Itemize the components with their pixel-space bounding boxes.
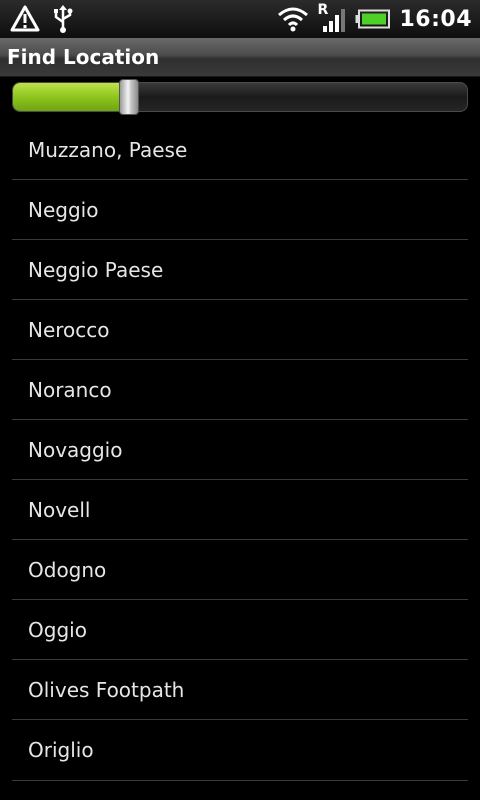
location-list: Muzzano, Paese Neggio Neggio Paese Neroc… bbox=[12, 120, 468, 781]
signal-icon: R bbox=[317, 2, 347, 34]
list-item[interactable]: Novaggio bbox=[12, 420, 468, 480]
list-item[interactable]: Noranco bbox=[12, 360, 468, 420]
list-item[interactable]: Origlio bbox=[12, 720, 468, 781]
list-item[interactable]: Muzzano, Paese bbox=[12, 120, 468, 180]
usb-icon bbox=[52, 4, 74, 34]
search-progress bbox=[12, 79, 468, 115]
status-bar: R 16:04 bbox=[0, 0, 480, 38]
progress-fill bbox=[13, 83, 122, 111]
title-bar: Find Location bbox=[0, 38, 480, 77]
list-item[interactable]: Novell bbox=[12, 480, 468, 540]
list-item[interactable]: Neggio bbox=[12, 180, 468, 240]
list-item[interactable]: Neggio Paese bbox=[12, 240, 468, 300]
list-item[interactable]: Olives Footpath bbox=[12, 660, 468, 720]
status-time: 16:04 bbox=[399, 6, 472, 32]
status-left-icons bbox=[0, 4, 74, 34]
list-item[interactable]: Nerocco bbox=[12, 300, 468, 360]
list-item[interactable]: Odogno bbox=[12, 540, 468, 600]
warning-icon bbox=[10, 5, 40, 33]
wifi-icon bbox=[277, 6, 309, 32]
progress-track bbox=[12, 82, 468, 112]
progress-thumb bbox=[119, 79, 139, 115]
list-item[interactable]: Oggio bbox=[12, 600, 468, 660]
page-title: Find Location bbox=[7, 45, 160, 69]
battery-icon bbox=[355, 9, 391, 29]
status-right-icons: R 16:04 bbox=[277, 2, 480, 34]
